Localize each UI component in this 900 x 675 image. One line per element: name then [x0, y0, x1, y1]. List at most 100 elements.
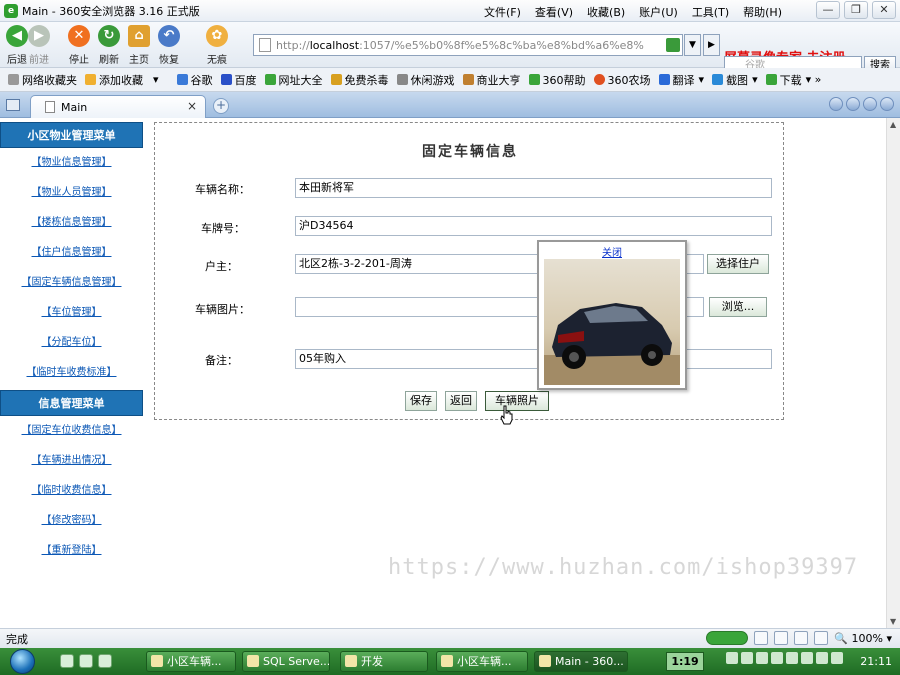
tray-icon[interactable] — [831, 652, 843, 664]
fav-item[interactable]: 网络收藏夹 — [8, 72, 77, 88]
shield-icon — [330, 74, 342, 85]
taskbar-item[interactable]: 开发 — [340, 651, 428, 672]
site-watermark: https://www.huzhan.com/ishop39397 — [388, 555, 859, 580]
sidebar-item-parking-space[interactable]: 【车位管理】 — [0, 298, 143, 328]
browse-button[interactable]: 浏览... — [709, 297, 767, 317]
taskbar-item[interactable]: SQL Serve... — [242, 651, 330, 672]
vehicle-name-input[interactable]: 本田新将军 — [295, 178, 772, 198]
status-tool-icon[interactable] — [794, 631, 809, 645]
tab-control-icon[interactable] — [863, 97, 877, 111]
scroll-up-icon[interactable]: ▲ — [890, 120, 896, 129]
screenshot-icon — [712, 74, 724, 85]
undo-icon: ↶ — [158, 25, 180, 47]
taskbar: 小区车辆... SQL Serve... 开发 小区车辆... Main - 3… — [0, 648, 900, 675]
vehicle-photo-button[interactable]: 车辆照片 — [485, 391, 549, 411]
tab-menu-icon[interactable] — [6, 99, 20, 111]
maximize-button[interactable]: ❐ — [844, 1, 868, 19]
forward-button[interactable]: ▶ 前进 — [22, 25, 56, 66]
taskbar-item-active[interactable]: Main - 360... — [534, 651, 628, 672]
tray-icon[interactable] — [756, 652, 768, 664]
vertical-scrollbar[interactable]: ▲ ▼ — [886, 118, 900, 628]
fav-item[interactable]: 下载 ▾ » — [765, 72, 821, 88]
scroll-down-icon[interactable]: ▼ — [890, 617, 896, 626]
fav-item[interactable]: 谷歌 — [176, 72, 213, 88]
tab-control-icon[interactable] — [829, 97, 843, 111]
popup-close-link[interactable]: 关闭 — [539, 244, 685, 259]
tray-icon[interactable] — [786, 652, 798, 664]
tab-control-icon[interactable] — [846, 97, 860, 111]
sidebar-item-temp-fee-info[interactable]: 【临时收费信息】 — [0, 476, 143, 506]
menu-tools[interactable]: 工具(T) — [692, 4, 729, 20]
sidebar-item-assign-space[interactable]: 【分配车位】 — [0, 328, 143, 358]
tab-control-icon[interactable] — [880, 97, 894, 111]
sidebar-item-fixed-fee-info[interactable]: 【固定车位收费信息】 — [0, 416, 143, 446]
tray-icon[interactable] — [771, 652, 783, 664]
menu-file[interactable]: 文件(F) — [484, 4, 521, 20]
fav-item[interactable]: 休闲游戏 — [396, 72, 455, 88]
quick-launch-icon[interactable] — [98, 654, 112, 668]
remark-input[interactable]: 05年购入 — [295, 349, 772, 369]
tab-close-icon[interactable]: × — [187, 99, 197, 113]
name-label: 车辆名称： — [195, 183, 250, 196]
tray-icon[interactable] — [801, 652, 813, 664]
fav-item[interactable]: 免费杀毒 — [330, 72, 389, 88]
stop-button[interactable]: ✕ 停止 — [62, 25, 96, 66]
zoom-level[interactable]: 🔍 100% ▾ — [834, 632, 892, 645]
menu-favorites[interactable]: 收藏(B) — [587, 4, 625, 20]
fav-item[interactable]: 添加收藏 ▾ — [85, 72, 159, 88]
plate-number-input[interactable]: 沪D34564 — [295, 216, 772, 236]
menu-account[interactable]: 账户(U) — [639, 4, 678, 20]
fav-item[interactable]: 商业大亨 — [462, 72, 521, 88]
status-tool-icon[interactable] — [774, 631, 789, 645]
go-icon[interactable] — [666, 38, 680, 52]
tab-main[interactable]: Main × — [30, 95, 206, 118]
system-tray — [726, 652, 843, 664]
owner-label: 户主： — [205, 260, 238, 273]
new-tab-icon[interactable]: + — [213, 98, 229, 114]
home-button[interactable]: ⌂ 主页 — [122, 25, 156, 66]
tray-icon[interactable] — [741, 652, 753, 664]
sidebar-item-temp-fee-standard[interactable]: 【临时车收费标准】 — [0, 358, 143, 388]
tray-icon[interactable] — [816, 652, 828, 664]
fav-item[interactable]: 网址大全 — [264, 72, 323, 88]
minimize-button[interactable]: — — [816, 1, 840, 19]
back-to-list-button[interactable]: 返回 — [445, 391, 477, 411]
taskbar-item[interactable]: 小区车辆... — [146, 651, 236, 672]
sidebar-item-building-info[interactable]: 【楼栋信息管理】 — [0, 208, 143, 238]
fav-item[interactable]: 翻译 ▾ — [658, 72, 704, 88]
close-window-button[interactable]: ✕ — [872, 1, 896, 19]
incognito-button[interactable]: ✿ 无痕 — [200, 25, 234, 66]
sidebar-item-resident-info[interactable]: 【住户信息管理】 — [0, 238, 143, 268]
save-button[interactable]: 保存 — [405, 391, 437, 411]
quick-launch-icon[interactable] — [60, 654, 74, 668]
restore-button[interactable]: ↶ 恢复 — [152, 25, 186, 66]
toggle-switch[interactable] — [706, 631, 749, 645]
select-owner-button[interactable]: 选择住户 — [707, 254, 769, 274]
sidebar-item-fixed-vehicle[interactable]: 【固定车辆信息管理】 — [0, 268, 143, 298]
address-bar[interactable]: http:// localhost :1057/%e5%b0%8f%e5%8c%… — [253, 34, 683, 56]
refresh-button[interactable]: ↻ 刷新 — [92, 25, 126, 66]
sidebar-item-vehicle-inout[interactable]: 【车辆进出情况】 — [0, 446, 143, 476]
address-go-icon[interactable]: ▶ — [703, 34, 720, 56]
status-tool-icon[interactable] — [754, 631, 769, 645]
fav-item[interactable]: 百度 — [220, 72, 257, 88]
sidebar-item-property-info[interactable]: 【物业信息管理】 — [0, 148, 143, 178]
status-tool-icon[interactable] — [814, 631, 829, 645]
menu-help[interactable]: 帮助(H) — [743, 4, 782, 20]
menu-view[interactable]: 查看(V) — [535, 4, 573, 20]
remark-label: 备注： — [205, 354, 238, 367]
start-button[interactable] — [4, 648, 44, 675]
quick-launch-icon[interactable] — [79, 654, 93, 668]
star-icon — [8, 74, 19, 85]
image-label: 车辆图片： — [195, 303, 250, 316]
sidebar-item-change-password[interactable]: 【修改密码】 — [0, 506, 143, 536]
fav-item[interactable]: 360农场 — [593, 72, 651, 88]
fav-item[interactable]: 360帮助 — [528, 72, 586, 88]
sidebar-item-relogin[interactable]: 【重新登陆】 — [0, 536, 143, 566]
address-controls: ▼ ▶ — [684, 34, 720, 56]
taskbar-item[interactable]: 小区车辆... — [436, 651, 528, 672]
fav-item[interactable]: 截图 ▾ — [712, 72, 758, 88]
tray-icon[interactable] — [726, 652, 738, 664]
sidebar-item-property-staff[interactable]: 【物业人员管理】 — [0, 178, 143, 208]
address-dropdown-icon[interactable]: ▼ — [684, 34, 701, 56]
